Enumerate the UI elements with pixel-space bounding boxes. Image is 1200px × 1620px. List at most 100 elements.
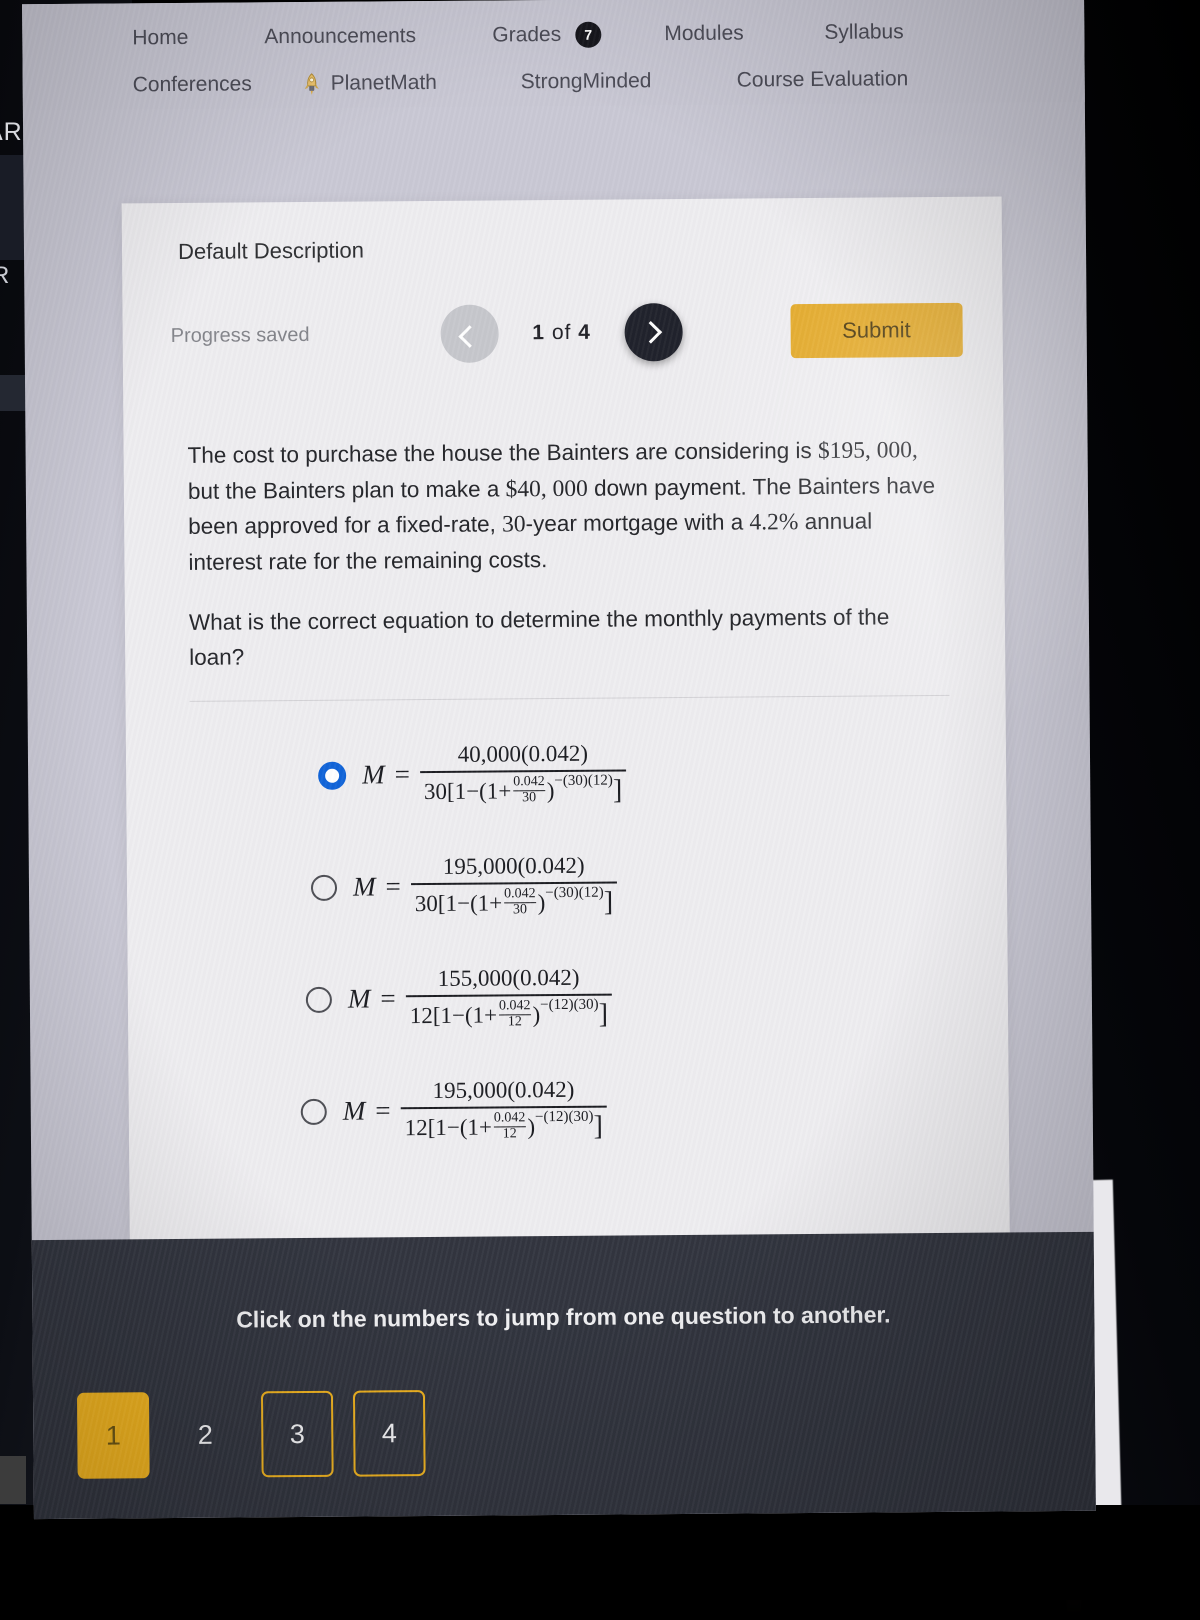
next-question-button[interactable] [624, 303, 683, 362]
formula-denominator: 30[1−(1+ 0.042 30 ) −(30)(12) ] [420, 771, 626, 808]
chevron-left-icon [458, 325, 482, 348]
nav-item-announcements[interactable]: Announcements [264, 24, 492, 50]
den-suffix: ] [598, 998, 609, 1030]
formula-fraction: 195,000(0.042) 12[1−(1+ 0.042 12) −(12)… [400, 1076, 607, 1144]
formula-lhs: M [342, 1095, 366, 1126]
course-nav-row-1: Home Announcements Grades 7 Modules Syll… [22, 18, 1084, 52]
formula-numerator: 40,000(0.042) [457, 740, 589, 767]
nav-item-conferences[interactable]: Conferences [133, 72, 301, 97]
nav-item-label: Home [132, 25, 189, 50]
formula-numerator: 155,000(0.042) [437, 964, 580, 991]
question-navigator-bar: Click on the numbers to jump from one qu… [31, 1231, 1096, 1520]
den-exponent: −(30)(12) [545, 884, 604, 902]
rocket-icon [301, 72, 323, 96]
formula-equals: = [394, 759, 410, 790]
den-exponent: −(12)(30) [540, 996, 599, 1014]
den-suffix: ] [603, 886, 614, 918]
den-inner-num: 0.042 [513, 774, 545, 790]
den-inner-den: 30 [522, 790, 537, 806]
den-prefix: 12[1−(1+ [409, 1002, 498, 1028]
chevron-right-icon [639, 320, 663, 344]
nav-item-label: Conferences [132, 72, 252, 97]
formula-lhs: M [362, 759, 385, 790]
answer-option[interactable]: M = 195,000(0.042) 30[1−(1+ 0.042 30) −… [127, 849, 1007, 922]
question-text-fragment: -year mortgage with a [525, 509, 750, 537]
answer-formula: M = 195,000(0.042) 30[1−(1+ 0.042 30) −… [353, 852, 617, 920]
counter-separator: of [551, 320, 572, 345]
den-prefix: 12[1−(1+ [404, 1114, 492, 1140]
radio-button[interactable] [305, 986, 332, 1013]
answer-option[interactable]: M = 155,000(0.042) 12[1−(1+ 0.042 12) −… [128, 961, 1008, 1034]
den-mid: ) [532, 1001, 541, 1027]
den-inner-fraction: 0.042 12 [493, 1110, 526, 1143]
den-suffix: ] [593, 1110, 603, 1142]
den-mid: ) [546, 777, 555, 803]
formula-fraction: 40,000(0.042) 30[1−(1+ 0.042 30) −(30)(… [419, 740, 627, 808]
nav-item-label: Modules [664, 21, 744, 46]
question-text-fragment: but the Bainters plan to make a [187, 476, 506, 504]
navigator-hint: Click on the numbers to jump from one qu… [236, 1301, 891, 1333]
photo-frame: ARD R ◢ Home Announcements Grades 7 [0, 0, 1200, 1620]
course-navigation: Home Announcements Grades 7 Modules Syll… [22, 0, 1085, 111]
question-number-3[interactable]: 3 [260, 1390, 334, 1478]
nav-item-strongminded[interactable]: StrongMinded [521, 69, 737, 95]
den-mid: ) [537, 889, 546, 915]
nav-item-label: PlanetMath [330, 70, 438, 95]
question-text: The cost to purchase the house the Baint… [123, 359, 1005, 676]
answer-option[interactable]: M = 40,000(0.042) 30[1−(1+ 0.042 30) −(… [126, 737, 1006, 810]
formula-lhs: M [352, 871, 376, 902]
question-value-price: $195, 000, [817, 437, 918, 464]
nav-item-planetmath[interactable]: PlanetMath [301, 70, 521, 96]
den-inner-num: 0.042 [498, 998, 531, 1014]
den-inner-fraction: 0.042 30 [504, 886, 536, 918]
formula-numerator: 195,000(0.042) [432, 1076, 575, 1103]
quiz-card: Default Description Progress saved 1 of … [121, 196, 1010, 1244]
submit-button[interactable]: Submit [789, 302, 963, 359]
radio-button[interactable] [300, 1098, 327, 1125]
den-prefix: 30[1−(1+ [414, 890, 503, 916]
question-value-term: 30 [502, 511, 526, 538]
question-number-1[interactable]: 1 [76, 1392, 150, 1479]
screen: Home Announcements Grades 7 Modules Syll… [22, 0, 1096, 1520]
quiz-toolbar: Progress saved 1 of 4 Submit [122, 259, 1003, 366]
den-inner-num: 0.042 [493, 1110, 526, 1126]
den-inner-num: 0.042 [504, 886, 536, 902]
den-inner-den: 12 [507, 1014, 522, 1030]
question-number-list: 1 2 3 4 [33, 1327, 1096, 1479]
photo-bottom-left-chip [0, 1456, 26, 1504]
answer-formula: M = 40,000(0.042) 30[1−(1+ 0.042 30) −(… [362, 740, 627, 808]
question-number-2[interactable]: 2 [169, 1392, 242, 1479]
den-mid: ) [527, 1113, 536, 1139]
den-exponent: −(30)(12) [554, 772, 613, 790]
formula-numerator: 195,000(0.042) [442, 852, 585, 879]
den-inner-den: 12 [502, 1126, 517, 1142]
nav-item-modules[interactable]: Modules [664, 21, 824, 46]
nav-item-home[interactable]: Home [132, 25, 264, 50]
grades-count-badge: 7 [575, 21, 602, 48]
question-paragraph-2: What is the correct equation to determin… [188, 604, 890, 670]
course-nav-row-2: Conferences PlanetMath StrongMinded Cour… [23, 66, 1085, 98]
formula-fraction: 155,000(0.042) 12[1−(1+ 0.042 12) −(12)… [405, 964, 612, 1032]
formula-lhs: M [347, 983, 371, 1014]
partial-left-text-2: R [0, 262, 10, 289]
question-paragraph-1: The cost to purchase the house the Baint… [187, 433, 948, 580]
nav-item-course-evaluation[interactable]: Course Evaluation [737, 67, 909, 92]
formula-equals: = [385, 871, 401, 902]
counter-current: 1 [532, 321, 546, 345]
formula-equals: = [375, 1095, 391, 1126]
nav-item-label: Course Evaluation [736, 67, 909, 92]
nav-item-grades[interactable]: Grades 7 [492, 21, 664, 48]
nav-item-syllabus[interactable]: Syllabus [824, 20, 904, 45]
counter-total: 4 [578, 320, 592, 344]
question-number-4[interactable]: 4 [352, 1390, 426, 1477]
question-text-fragment: The cost to purchase the house the Baint… [187, 437, 819, 468]
radio-button-selected[interactable] [318, 761, 347, 790]
answer-option[interactable]: M = 195,000(0.042) 12[1−(1+ 0.042 12) −… [129, 1073, 1009, 1146]
previous-question-button[interactable] [440, 304, 499, 363]
nav-item-label: Syllabus [824, 20, 904, 44]
den-inner-fraction: 0.042 30 [513, 774, 545, 806]
answer-formula: M = 155,000(0.042) 12[1−(1+ 0.042 12) −… [348, 964, 612, 1032]
den-inner-den: 30 [512, 902, 528, 918]
den-suffix: ] [612, 774, 623, 806]
radio-button[interactable] [310, 874, 338, 901]
